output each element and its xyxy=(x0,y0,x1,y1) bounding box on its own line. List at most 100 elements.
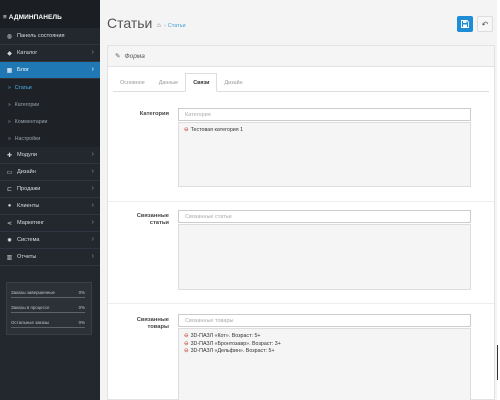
sidebar-item-label: Клиенты xyxy=(17,203,40,209)
reply-icon: ↶ xyxy=(481,19,489,29)
sidebar-subitem-categories[interactable]: » Категории xyxy=(0,96,100,113)
blog-icon: ▦ xyxy=(6,67,13,74)
bullet-icon: » xyxy=(8,135,11,142)
list-item: ⊖ Тестовая категория 1 xyxy=(184,127,465,133)
breadcrumb-separator: › xyxy=(163,22,166,29)
sidebar-item-design[interactable]: ▭ Дизайн › xyxy=(0,164,100,181)
stat-label: Заказы завершенные xyxy=(11,290,55,295)
sidebar-subitem-comments[interactable]: » Комментарии xyxy=(0,113,100,130)
divider xyxy=(108,303,494,304)
sidebar-subitem-label: Статьи xyxy=(14,84,32,91)
label-line: Связанные xyxy=(136,317,169,323)
monitor-icon: ▭ xyxy=(6,169,13,176)
label-line: товары xyxy=(147,324,169,330)
sidebar-item-customers[interactable]: ● Клиенты › xyxy=(0,198,100,215)
category-label: Категория xyxy=(139,111,169,117)
related-articles-list xyxy=(178,224,471,290)
pencil-icon: ✎ xyxy=(115,53,121,60)
related-products-label: Связанные товары xyxy=(137,317,169,331)
remove-icon[interactable]: ⊖ xyxy=(184,348,189,354)
tab-links[interactable]: Связи xyxy=(185,73,218,92)
stat-value: 0% xyxy=(78,305,85,310)
cart-icon: ⊏ xyxy=(6,186,13,193)
list-item-label: 3D-ПАЗЛ «Бронтозавр». Возраст: 3+ xyxy=(190,340,281,347)
form-panel: ✎ Форма Основное Данные Связи Дизайн Кат… xyxy=(107,45,495,400)
sidebar-item-sales[interactable]: ⊏ Продажи › xyxy=(0,181,100,198)
puzzle-icon: ✚ xyxy=(6,152,13,159)
progress-bar xyxy=(11,311,85,313)
list-item: ⊖ 3D-ПАЗЛ «Кот». Возраст: 5+ xyxy=(184,333,465,339)
gear-icon: ✹ xyxy=(6,237,13,244)
sidebar-item-label: Маркетинг xyxy=(17,220,45,226)
stat-label: Остальные заказы xyxy=(11,320,50,325)
stat-processing: Заказы в процессе 0% xyxy=(10,300,87,315)
sidebar-item-marketing[interactable]: ⋖ Маркетинг › xyxy=(0,215,100,232)
save-button[interactable] xyxy=(457,16,473,32)
category-input[interactable] xyxy=(178,108,471,121)
list-item: ⊖ 3D-ПАЗЛ «Дельфин». Возраст: 5+ xyxy=(184,348,465,354)
back-button[interactable]: ↶ xyxy=(477,16,493,32)
divider xyxy=(108,201,494,202)
sidebar-item-label: Дизайн xyxy=(17,169,36,175)
sidebar-subitem-label: Комментарии xyxy=(14,118,48,125)
related-products-list: ⊖ 3D-ПАЗЛ «Кот». Возраст: 5+ ⊖ 3D-ПАЗЛ «… xyxy=(178,328,471,400)
page-title: Статьи xyxy=(107,15,153,31)
sidebar-subitem-label: Настройки xyxy=(14,135,41,142)
related-articles-input[interactable] xyxy=(178,210,471,223)
chevron-right-icon: › xyxy=(91,168,94,175)
sidebar: ≡ АДМИНПАНЕЛЬ ◍ Панель состояния ◆ Катал… xyxy=(0,0,100,400)
tab-data[interactable]: Данные xyxy=(152,73,185,92)
sidebar-item-label: Каталог xyxy=(17,50,38,56)
tab-design[interactable]: Дизайн xyxy=(217,73,249,92)
list-item-label: 3D-ПАЗЛ «Кот». Возраст: 5+ xyxy=(190,333,261,339)
chevron-right-icon: › xyxy=(91,49,94,56)
main-content: Статьи ⌂ › Статьи ↶ ✎ Форма Основное Дан… xyxy=(100,0,497,400)
sidebar-item-modules[interactable]: ✚ Модули › xyxy=(0,147,100,164)
sidebar-item-blog[interactable]: ▦ Блог › xyxy=(0,62,100,79)
sidebar-item-reports[interactable]: ▥ Отчеты › xyxy=(0,249,100,266)
scroll-marker xyxy=(497,345,498,380)
sidebar-header[interactable]: ≡ АДМИНПАНЕЛЬ xyxy=(0,0,100,28)
chevron-right-icon: › xyxy=(91,66,94,73)
list-item-label: Тестовая категория 1 xyxy=(190,127,244,133)
label-line: Связанные xyxy=(136,213,169,219)
chevron-right-icon: › xyxy=(91,219,94,226)
sidebar-item-dashboard[interactable]: ◍ Панель состояния xyxy=(0,28,100,45)
sidebar-subitem-articles[interactable]: » Статьи xyxy=(0,79,100,96)
tab-general[interactable]: Основное xyxy=(113,73,152,92)
bullet-icon: » xyxy=(8,84,11,91)
breadcrumb: ⌂ › Статьи xyxy=(157,22,186,29)
dashboard-icon: ◍ xyxy=(6,33,13,40)
breadcrumb-link[interactable]: Статьи xyxy=(168,23,186,29)
stat-other: Остальные заказы 0% xyxy=(10,315,87,330)
tab-bar: Основное Данные Связи Дизайн xyxy=(113,73,489,92)
sidebar-item-label: Продажи xyxy=(17,186,41,192)
sidebar-subitem-settings[interactable]: » Настройки xyxy=(0,130,100,147)
user-icon: ● xyxy=(7,203,12,209)
remove-icon[interactable]: ⊖ xyxy=(184,127,189,133)
home-icon[interactable]: ⌂ xyxy=(157,22,161,29)
progress-bar xyxy=(11,326,85,328)
sidebar-item-label: Панель состояния xyxy=(17,33,65,39)
sidebar-subitem-label: Категории xyxy=(14,101,40,108)
remove-icon[interactable]: ⊖ xyxy=(184,341,189,347)
related-articles-label: Связанные статьи xyxy=(137,213,169,227)
bullet-icon: » xyxy=(8,101,11,108)
chevron-right-icon: › xyxy=(91,202,94,209)
progress-bar xyxy=(11,296,85,298)
sidebar-item-label: Система xyxy=(17,237,40,243)
bullet-icon: » xyxy=(8,118,11,125)
chart-icon: ▥ xyxy=(6,254,13,261)
sidebar-item-label: Отчеты xyxy=(17,254,37,260)
sidebar-item-catalog[interactable]: ◆ Каталог › xyxy=(0,45,100,62)
category-list: ⊖ Тестовая категория 1 xyxy=(178,122,471,187)
panel-title: Форма xyxy=(124,52,145,60)
list-item-label: 3D-ПАЗЛ «Дельфин». Возраст: 5+ xyxy=(190,348,275,354)
chevron-right-icon: › xyxy=(91,151,94,158)
tag-icon: ◆ xyxy=(7,50,12,57)
related-products-input[interactable] xyxy=(178,314,471,327)
label-line: статьи xyxy=(149,220,169,226)
sidebar-item-system[interactable]: ✹ Система › xyxy=(0,232,100,249)
list-item: ⊖ 3D-ПАЗЛ «Бронтозавр». Возраст: 3+ xyxy=(184,341,465,347)
remove-icon[interactable]: ⊖ xyxy=(184,333,189,339)
